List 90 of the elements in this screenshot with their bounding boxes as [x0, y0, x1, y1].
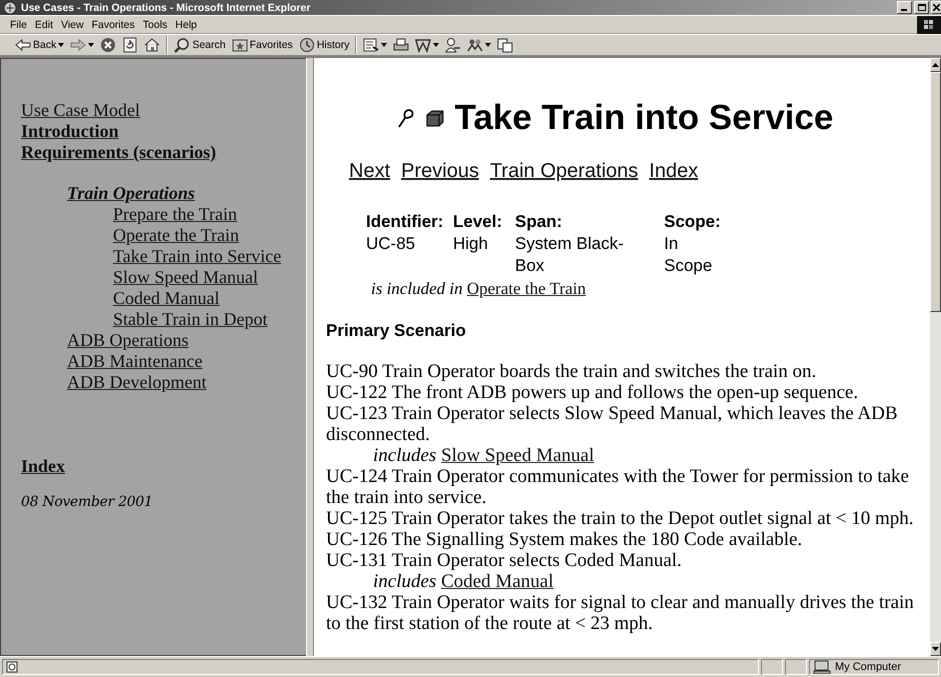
scenario-step: UC-131 Train Operator selects Coded Manual.: [326, 550, 926, 571]
printer-icon: [393, 37, 410, 53]
use-case-link[interactable]: Slow Speed Manual: [441, 445, 594, 466]
nav-link[interactable]: Introduction: [21, 121, 119, 141]
toolbar-button[interactable]: Favorites: [228, 36, 296, 54]
menu-item[interactable]: Edit: [30, 18, 58, 32]
scenario-step: UC-125 Train Operator takes the train to the Depot outlet signal at < 10 mph.: [326, 508, 926, 529]
maximize-button[interactable]: [914, 1, 929, 14]
nav-link[interactable]: Coded Manual: [113, 288, 220, 308]
property-value: In Scope: [664, 234, 712, 275]
dropdown-caret-icon: [485, 43, 492, 47]
nav-link[interactable]: Take Train into Service: [113, 246, 282, 266]
maximize-icon: [918, 4, 926, 11]
scroll-down-icon: [932, 647, 939, 651]
nav-link[interactable]: Train Operations: [67, 183, 195, 203]
messenger-icon: [467, 37, 484, 53]
menu-item[interactable]: Tools: [138, 18, 172, 32]
minimize-button[interactable]: [897, 1, 912, 14]
back-arrow-icon: [15, 37, 31, 53]
property-value: System Black-Box: [515, 234, 624, 275]
dropdown-caret-icon: [381, 43, 388, 47]
nav-link[interactable]: Stable Train in Depot: [113, 309, 268, 329]
property-label: Identifier:: [366, 211, 444, 233]
menu-item[interactable]: Favorites: [88, 18, 139, 32]
clock-icon: [298, 37, 315, 53]
dropdown-caret-icon: [433, 43, 440, 47]
property-value: UC-85: [366, 234, 416, 253]
section-heading: Primary Scenario: [326, 321, 467, 341]
refresh-icon: [122, 37, 138, 53]
dropdown-caret-icon: [58, 43, 64, 47]
scenario-step: UC-132 Train Operator waits for signal to clear and manually drives the train to the first station of the route at < 23 mph.: [326, 592, 926, 634]
property-label: Level:: [453, 211, 504, 233]
nav-link[interactable]: Requirements (scenarios): [21, 142, 216, 162]
includes-text: includes: [373, 571, 436, 592]
scrollbar-thumb[interactable]: [930, 72, 941, 312]
scenario-step: UC-126 The Signalling System makes the 180 Code available.: [326, 529, 926, 550]
nav-link[interactable]: ADB Development: [67, 372, 206, 392]
edit-icon: [415, 37, 432, 53]
frame-splitter[interactable]: [306, 58, 314, 656]
menu-item[interactable]: File: [6, 18, 31, 32]
scenario-step: UC-90 Train Operator boards the train and switches the train on.: [326, 361, 926, 382]
property-label: Scope:: [664, 211, 722, 233]
page-title: Take Train into Service: [454, 98, 834, 138]
nav-link[interactable]: Prepare the Train: [113, 204, 237, 224]
date-text: 08 November 2001: [21, 494, 154, 510]
property-label: Span:: [515, 211, 564, 233]
included-in-text: is included in: [371, 279, 463, 298]
toolbar-button[interactable]: History: [296, 36, 352, 54]
toolbar-button[interactable]: Back: [12, 36, 68, 54]
computer-icon: [813, 660, 831, 674]
menu-item[interactable]: Help: [171, 18, 201, 32]
pen-nib-icon: [396, 108, 415, 128]
status-pane: [761, 659, 783, 675]
scenario-step: UC-124 Train Operator communicates with the Tower for permission to take the train into service.: [326, 466, 926, 508]
use-case-link[interactable]: Operate the Train: [466, 279, 586, 298]
scenario-step: UC-122 The front ADB powers up and follows the open-up sequence.: [326, 382, 926, 403]
nav-link[interactable]: Operate the Train: [113, 225, 239, 245]
cube-icon: [424, 108, 445, 128]
toolbar-button[interactable]: Search: [171, 36, 229, 54]
status-pane: [785, 659, 807, 675]
menu-item[interactable]: View: [57, 18, 88, 32]
close-button[interactable]: [931, 1, 941, 14]
property-value: High: [453, 234, 488, 253]
scenario-step: UC-123 Train Operator selects Slow Speed Manual, which leaves the ADB disconnected.: [326, 403, 926, 445]
forward-arrow-icon: [70, 37, 86, 53]
nav-link[interactable]: Train Operations: [490, 160, 644, 183]
dropdown-caret-icon: [88, 43, 94, 47]
scroll-up-icon: [932, 63, 939, 67]
scrollbar[interactable]: [930, 58, 941, 656]
windows-flag-icon: [924, 20, 934, 30]
window-title: Use Cases - Train Operations - Microsoft Internet Explorer: [21, 2, 312, 14]
home-icon: [144, 37, 160, 53]
nav-link[interactable]: Index: [21, 456, 66, 476]
includes-text: includes: [373, 445, 436, 466]
browser-icon: [3, 0, 17, 14]
nav-link[interactable]: ADB Maintenance: [67, 351, 202, 371]
close-icon: [933, 4, 940, 11]
documents-icon: [497, 37, 514, 53]
zone-label: My Computer: [835, 661, 902, 673]
nav-link[interactable]: Use Case Model: [21, 100, 140, 120]
people-icon: [445, 37, 462, 53]
stop-icon: [100, 37, 116, 53]
nav-link[interactable]: Previous: [401, 160, 484, 183]
nav-link[interactable]: ADB Operations: [67, 330, 188, 350]
page-icon: [6, 661, 18, 673]
search-icon: [174, 37, 190, 53]
use-case-link[interactable]: Coded Manual: [441, 571, 554, 592]
nav-link[interactable]: Slow Speed Manual: [113, 267, 258, 287]
nav-link[interactable]: Next: [349, 160, 396, 183]
nav-link[interactable]: Index: [649, 160, 704, 183]
